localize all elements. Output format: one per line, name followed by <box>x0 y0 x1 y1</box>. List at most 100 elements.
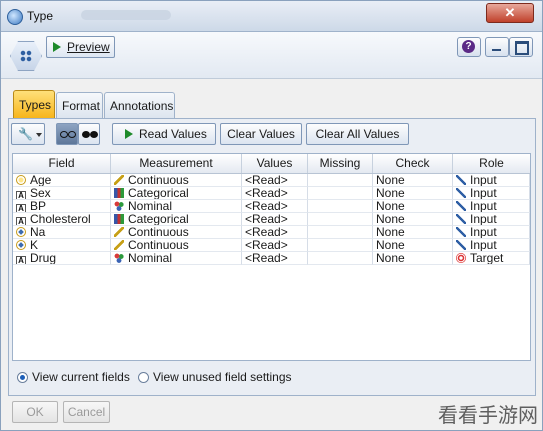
ok-button[interactable]: OK <box>12 401 58 423</box>
ruler-icon <box>114 227 124 237</box>
check-cell[interactable]: None <box>373 187 453 200</box>
check-cell[interactable]: None <box>373 252 453 265</box>
check-cell[interactable]: None <box>373 200 453 213</box>
clear-all-values-button[interactable]: Clear All Values <box>306 123 409 145</box>
field-cell[interactable]: A Cholesterol <box>13 213 111 226</box>
values-cell-text: <Read> <box>245 226 288 239</box>
title-bar[interactable]: Type ✕ <box>1 1 542 32</box>
measurement-cell[interactable]: Categorical <box>111 213 242 226</box>
field-cell[interactable]: Na <box>13 226 111 239</box>
values-cell[interactable]: <Read> <box>242 187 308 200</box>
window-title: Type <box>27 9 54 23</box>
missing-cell[interactable] <box>308 226 373 239</box>
check-cell[interactable]: None <box>373 213 453 226</box>
input-arrow-icon <box>456 214 466 224</box>
role-cell[interactable]: Input <box>453 200 530 213</box>
measurement-cell[interactable]: Continuous <box>111 239 242 252</box>
role-cell[interactable]: Input <box>453 213 530 226</box>
minimize-icon <box>492 49 501 51</box>
nominal-icon <box>114 253 124 263</box>
tab-annotations[interactable]: Annotations <box>104 92 175 118</box>
wrench-icon: 🔧 <box>18 127 33 141</box>
column-header-check[interactable]: Check <box>373 154 453 173</box>
values-cell[interactable]: <Read> <box>242 226 308 239</box>
role-cell-text: Input <box>470 200 497 213</box>
table-row[interactable]: Age Continuous <Read> None Input <box>13 174 530 187</box>
tab-format[interactable]: Format <box>56 92 103 118</box>
measurement-cell-text: Continuous <box>128 174 189 187</box>
table-row[interactable]: A Drug Nominal <Read> None Target <box>13 252 530 265</box>
field-cell[interactable]: A Sex <box>13 187 111 200</box>
target-icon <box>456 253 466 263</box>
tools-dropdown-button[interactable]: 🔧 <box>11 123 45 145</box>
column-header-field[interactable]: Field <box>13 154 111 173</box>
field-cell[interactable]: A Drug <box>13 252 111 265</box>
measurement-cell[interactable]: Continuous <box>111 226 242 239</box>
values-cell-text: <Read> <box>245 200 288 213</box>
role-cell-text: Target <box>470 252 504 265</box>
measurement-cell[interactable]: Categorical <box>111 187 242 200</box>
read-values-button[interactable]: Read Values <box>112 123 216 145</box>
view-unused-field-settings-radio[interactable]: View unused field settings <box>138 370 292 384</box>
cancel-button[interactable]: Cancel <box>63 401 110 423</box>
table-row[interactable]: A BP Nominal <Read> None Input <box>13 200 530 213</box>
hide-fields-toggle[interactable] <box>78 123 100 145</box>
table-row[interactable]: A Cholesterol Categorical <Read> None Input <box>13 213 530 226</box>
measurement-cell-text: Categorical <box>128 187 189 200</box>
radio-selected-icon <box>17 372 28 383</box>
measurement-cell[interactable]: Nominal <box>111 252 242 265</box>
check-cell-text: None <box>376 200 405 213</box>
maximize-button[interactable] <box>509 37 533 57</box>
column-header-missing[interactable]: Missing <box>308 154 373 173</box>
close-button[interactable]: ✕ <box>486 3 534 23</box>
categorical-icon <box>114 188 124 198</box>
type-node-icon <box>7 9 23 25</box>
nominal-icon <box>114 201 124 211</box>
table-row[interactable]: A Sex Categorical <Read> None Input <box>13 187 530 200</box>
values-cell[interactable]: <Read> <box>242 252 308 265</box>
field-cell[interactable]: Age <box>13 174 111 187</box>
role-cell[interactable]: Input <box>453 174 530 187</box>
field-cell[interactable]: K <box>13 239 111 252</box>
column-header-measurement[interactable]: Measurement <box>111 154 242 173</box>
check-cell[interactable]: None <box>373 239 453 252</box>
column-header-role[interactable]: Role <box>453 154 530 173</box>
missing-cell[interactable] <box>308 239 373 252</box>
radio-unselected-icon <box>138 372 149 383</box>
measurement-cell[interactable]: Nominal <box>111 200 242 213</box>
missing-cell[interactable] <box>308 213 373 226</box>
role-cell[interactable]: Input <box>453 226 530 239</box>
tab-types[interactable]: Types <box>13 90 55 118</box>
help-button[interactable]: ? <box>457 37 481 57</box>
missing-cell[interactable] <box>308 174 373 187</box>
input-arrow-icon <box>456 240 466 250</box>
preview-label: Preview <box>67 40 110 54</box>
check-cell[interactable]: None <box>373 174 453 187</box>
column-header-values[interactable]: Values <box>242 154 308 173</box>
minimize-button[interactable] <box>485 37 509 57</box>
show-fields-toggle[interactable] <box>56 123 78 145</box>
view-current-fields-radio[interactable]: View current fields <box>17 370 130 384</box>
missing-cell[interactable] <box>308 252 373 265</box>
clear-values-button[interactable]: Clear Values <box>220 123 302 145</box>
missing-cell[interactable] <box>308 187 373 200</box>
measurement-cell-text: Nominal <box>128 252 173 265</box>
values-cell[interactable]: <Read> <box>242 213 308 226</box>
table-row[interactable]: K Continuous <Read> None Input <box>13 239 530 252</box>
preview-button[interactable]: Preview <box>46 36 115 58</box>
values-cell-text: <Read> <box>245 187 288 200</box>
measurement-cell[interactable]: Continuous <box>111 174 242 187</box>
values-cell[interactable]: <Read> <box>242 174 308 187</box>
table-row[interactable]: Na Continuous <Read> None Input <box>13 226 530 239</box>
real-icon <box>16 240 26 250</box>
role-cell[interactable]: Input <box>453 239 530 252</box>
check-cell[interactable]: None <box>373 226 453 239</box>
values-cell[interactable]: <Read> <box>242 239 308 252</box>
role-cell[interactable]: Target <box>453 252 530 265</box>
watermark-text: 看看手游网 <box>438 403 538 427</box>
values-cell-text: <Read> <box>245 239 288 252</box>
role-cell[interactable]: Input <box>453 187 530 200</box>
missing-cell[interactable] <box>308 200 373 213</box>
field-cell[interactable]: A BP <box>13 200 111 213</box>
values-cell[interactable]: <Read> <box>242 200 308 213</box>
